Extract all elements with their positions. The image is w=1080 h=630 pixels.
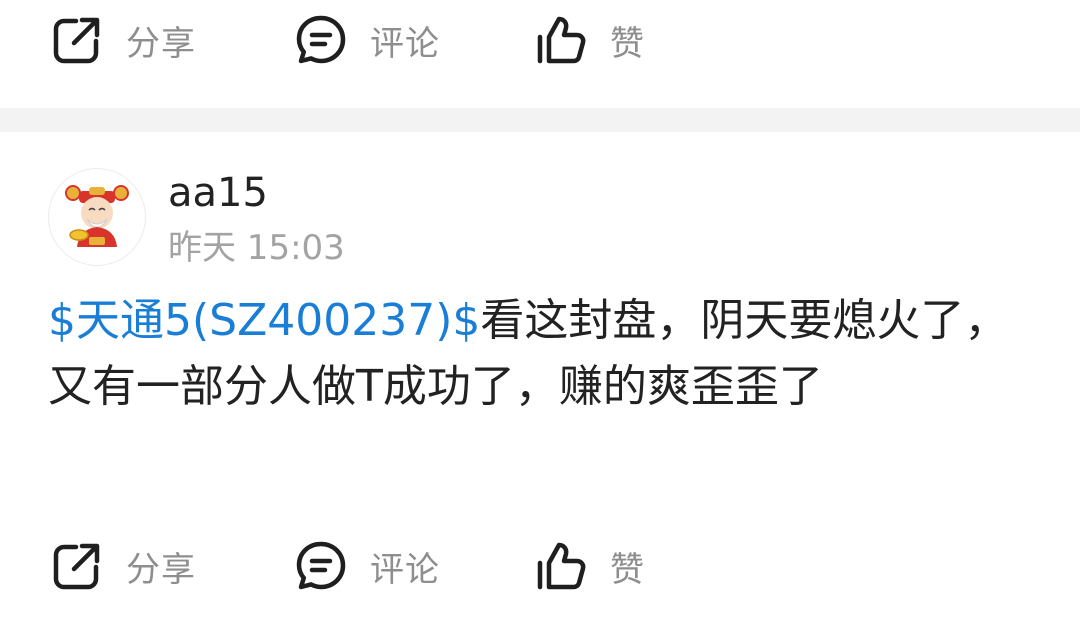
previous-post-action-bar: 分享 评论 赞 [0, 8, 1080, 72]
comment-button[interactable]: 评论 [294, 534, 440, 598]
avatar-image [65, 185, 129, 247]
post-content: $天通5(SZ400237)$看这封盘，阴天要熄火了，又有一部分人做T成功了，赚… [48, 288, 1038, 420]
username[interactable]: aa15 [168, 170, 268, 216]
comment-icon [294, 13, 348, 67]
comment-label: 评论 [370, 549, 440, 590]
thumbs-up-icon [534, 539, 588, 593]
share-button[interactable]: 分享 [50, 8, 196, 72]
post-divider [0, 108, 1080, 132]
stock-tag-link[interactable]: $天通5(SZ400237)$ [48, 295, 480, 346]
comment-icon [294, 539, 348, 593]
post-timestamp: 昨天 15:03 [168, 228, 345, 268]
share-icon [50, 539, 104, 593]
share-button[interactable]: 分享 [50, 534, 196, 598]
post-action-bar: 分享 评论 赞 [0, 534, 1080, 598]
like-label: 赞 [610, 23, 645, 64]
like-label: 赞 [610, 549, 645, 590]
thumbs-up-icon [534, 13, 588, 67]
comment-button[interactable]: 评论 [294, 8, 440, 72]
share-label: 分享 [126, 23, 196, 64]
share-label: 分享 [126, 549, 196, 590]
like-button[interactable]: 赞 [534, 8, 645, 72]
comment-label: 评论 [370, 23, 440, 64]
like-button[interactable]: 赞 [534, 534, 645, 598]
share-icon [50, 13, 104, 67]
avatar[interactable] [48, 168, 146, 266]
